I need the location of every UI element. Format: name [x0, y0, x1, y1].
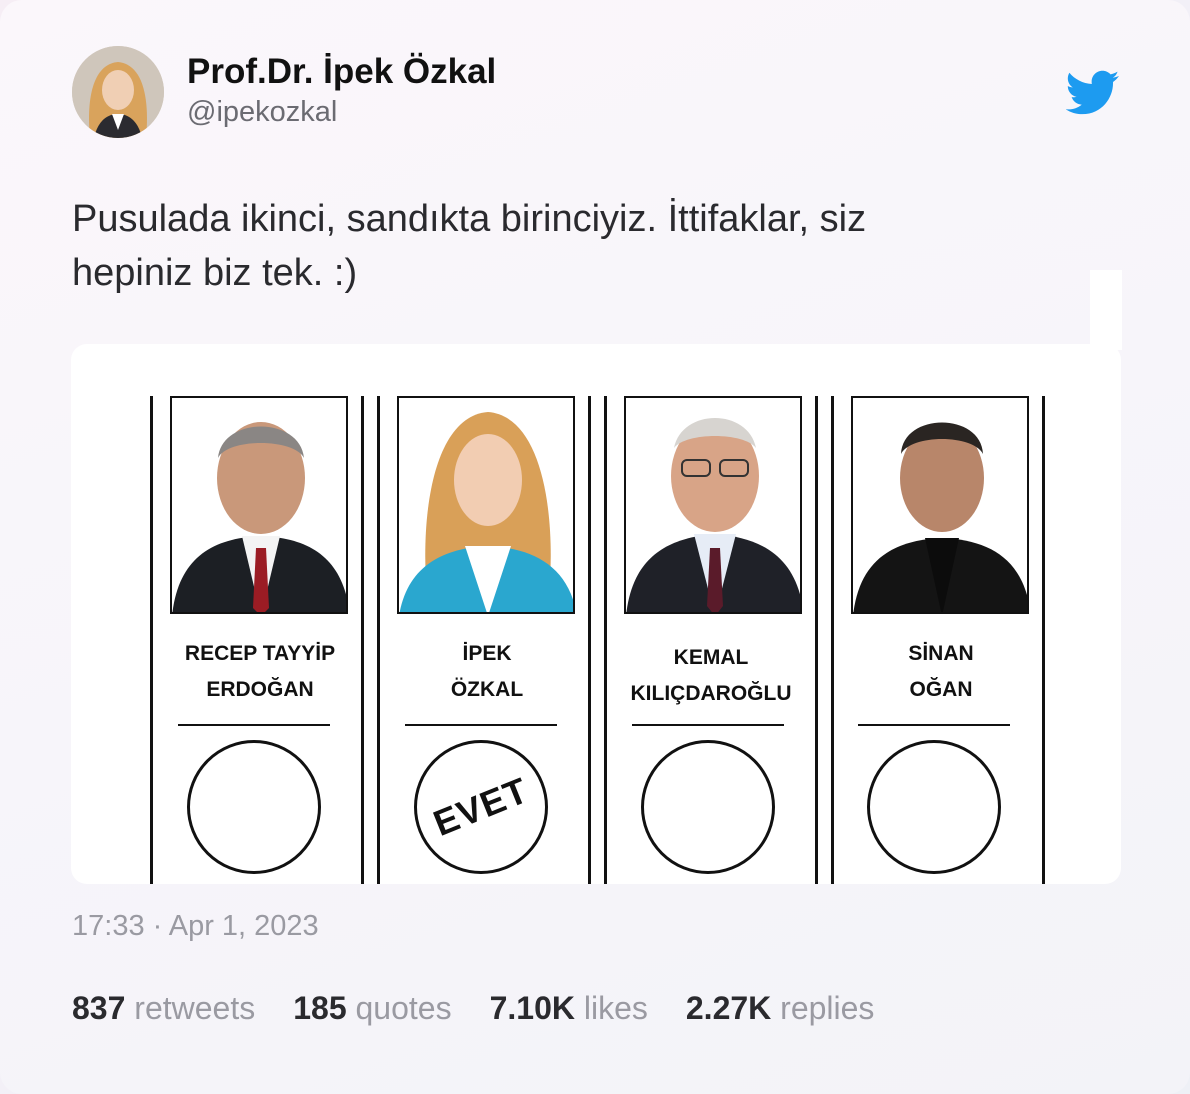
author-display-name[interactable]: Prof.Dr. İpek Özkal: [187, 52, 496, 92]
ballot-divider: [632, 724, 784, 726]
vote-circle: [641, 740, 775, 874]
replies-label: replies: [780, 990, 875, 1026]
ballot-divider: [858, 724, 1010, 726]
candidate-name-line1: RECEP TAYYİP: [184, 642, 336, 665]
quotes-label: quotes: [355, 990, 452, 1026]
replies-count: 2.27K: [685, 990, 772, 1026]
candidate-name: KEMAL KILIÇDAROĞLU: [604, 640, 818, 712]
quotes-count: 185: [293, 990, 347, 1026]
candidate-name-line1: İPEK: [462, 642, 512, 665]
retweets-label: retweets: [134, 990, 256, 1026]
candidate-portrait-icon: [626, 398, 800, 612]
retweets-stat[interactable]: 837 retweets: [72, 990, 255, 1027]
tweet-stats: 837 retweets 185 quotes 7.10K likes 2.27…: [72, 990, 912, 1027]
candidate-name-line1: KEMAL: [673, 646, 749, 669]
likes-label: likes: [583, 990, 648, 1026]
vote-circle: EVET: [414, 740, 548, 874]
candidate-photo: [397, 396, 575, 614]
vote-circle: [867, 740, 1001, 874]
candidate-photo: [851, 396, 1029, 614]
likes-count: 7.10K: [489, 990, 575, 1026]
author-handle[interactable]: @ipekozkal: [187, 96, 337, 129]
candidate-photo: [170, 396, 348, 614]
candidate-photo: [624, 396, 802, 614]
media-notch: [1090, 270, 1122, 350]
tweet-timestamp[interactable]: 17:33 · Apr 1, 2023: [72, 910, 319, 943]
vote-circle: [187, 740, 321, 874]
candidate-name: RECEP TAYYİP ERDOĞAN: [153, 636, 367, 708]
candidate-name-line1: SİNAN: [908, 642, 974, 665]
avatar-portrait-icon: [72, 46, 164, 138]
candidate-name: İPEK ÖZKAL: [380, 636, 594, 708]
avatar[interactable]: [72, 46, 164, 138]
likes-stat[interactable]: 7.10K likes: [490, 990, 648, 1027]
tweet-card: Prof.Dr. İpek Özkal @ipekozkal Pusulada …: [0, 0, 1190, 1094]
candidate-name-line2: ÖZKAL: [450, 678, 524, 701]
candidate-name: SİNAN OĞAN: [834, 636, 1048, 708]
tweet-text: Pusulada ikinci, sandıkta birinciyiz. İt…: [72, 198, 867, 294]
candidate-name-line2: ERDOĞAN: [206, 678, 314, 701]
candidate-name-line2: KILIÇDAROĞLU: [630, 682, 792, 705]
candidate-portrait-icon: [399, 398, 573, 612]
twitter-bird-icon[interactable]: [1066, 70, 1120, 116]
ballot-divider: [178, 724, 330, 726]
ballot-divider: [405, 724, 557, 726]
replies-stat[interactable]: 2.27K replies: [686, 990, 875, 1027]
candidate-portrait-icon: [853, 398, 1027, 612]
candidate-name-line2: OĞAN: [909, 678, 973, 701]
candidate-portrait-icon: [172, 398, 346, 612]
quotes-stat[interactable]: 185 quotes: [293, 990, 451, 1027]
retweets-count: 837: [72, 990, 126, 1026]
